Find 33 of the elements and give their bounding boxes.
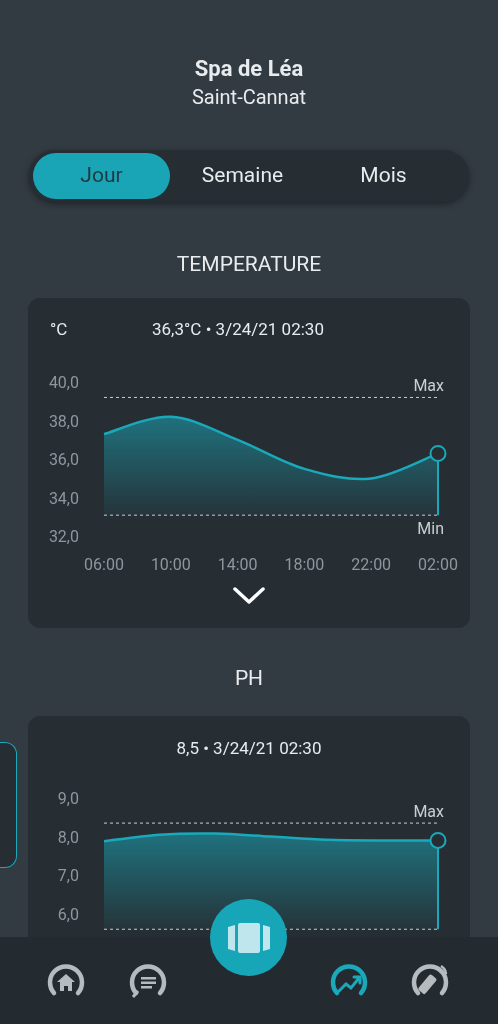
section-title: PH bbox=[234, 665, 264, 692]
period-tab[interactable]: Jour bbox=[33, 153, 170, 199]
point-marker[interactable] bbox=[429, 444, 447, 462]
side-card[interactable] bbox=[0, 742, 17, 868]
spa-location: Saint-Cannat bbox=[191, 84, 307, 110]
period-tab[interactable]: Semaine bbox=[174, 153, 311, 199]
unit-label: °C bbox=[50, 318, 69, 342]
axis-label: 02:00 bbox=[418, 555, 458, 575]
section-title: TEMPERATURE bbox=[176, 251, 322, 278]
reading-text: 8,5 • 3/24/21 02:30 bbox=[176, 737, 322, 761]
axis-label: 38,0 bbox=[48, 411, 79, 431]
period-tab[interactable]: Mois bbox=[315, 153, 452, 199]
limit-label: Max bbox=[413, 376, 444, 396]
axis-label: 8,0 bbox=[57, 827, 79, 847]
chevron-down-icon[interactable] bbox=[232, 586, 266, 606]
axis-label: 34,0 bbox=[48, 488, 79, 508]
axis-label: 36,0 bbox=[48, 450, 79, 470]
axis-label: 10:00 bbox=[150, 555, 191, 575]
axis-label: 9,0 bbox=[57, 789, 79, 808]
axis-label: 7,0 bbox=[57, 866, 79, 886]
spa-title: Spa de Léa bbox=[194, 55, 304, 83]
reading-text: 36,3°C • 3/24/21 02:30 bbox=[152, 318, 324, 342]
point-marker[interactable] bbox=[429, 831, 447, 849]
limit-label: Min bbox=[417, 519, 444, 539]
axis-label: 22:00 bbox=[351, 555, 392, 575]
limit-label: Max bbox=[413, 802, 444, 822]
axis-label: 18:00 bbox=[284, 555, 325, 575]
axis-label: 06:00 bbox=[84, 555, 124, 575]
axis-label: 40,0 bbox=[48, 373, 79, 392]
axis-label: 14:00 bbox=[217, 555, 258, 575]
axis-label: 32,0 bbox=[48, 527, 79, 547]
panels-icon bbox=[226, 922, 271, 953]
axis-label: 6,0 bbox=[57, 904, 79, 924]
